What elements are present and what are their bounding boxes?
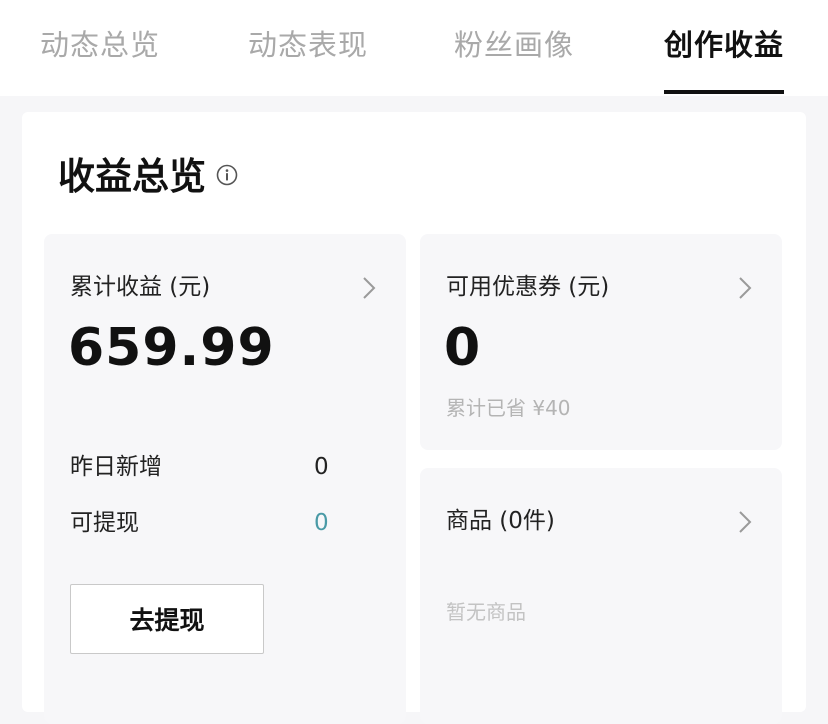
earnings-amount: 659.99 xyxy=(68,318,275,378)
tab-dynamic-overview[interactable]: 动态总览 xyxy=(40,22,160,68)
top-tab-bar: 动态总览 动态表现 粉丝画像 创作收益 xyxy=(0,0,828,96)
tab-fan-profile[interactable]: 粉丝画像 xyxy=(454,22,574,68)
chevron-right-icon[interactable] xyxy=(362,276,376,300)
goods-label: 商品 (0件) xyxy=(446,508,555,534)
yesterday-new-value: 0 xyxy=(314,454,329,480)
coupon-label: 可用优惠券 (元) xyxy=(446,274,610,300)
info-icon[interactable] xyxy=(216,164,238,186)
earnings-label: 累计收益 (元) xyxy=(70,274,211,300)
withdrawable-value: 0 xyxy=(314,510,329,536)
coupon-amount: 0 xyxy=(444,318,482,378)
chevron-right-icon[interactable] xyxy=(738,276,752,300)
coupon-saved-text: 累计已省 ¥40 xyxy=(446,396,571,420)
active-tab-indicator xyxy=(664,90,784,94)
coupon-card: 可用优惠券 (元) 0 累计已省 ¥40 xyxy=(420,234,782,450)
withdraw-button[interactable]: 去提现 xyxy=(70,584,264,654)
tab-dynamic-performance[interactable]: 动态表现 xyxy=(248,22,368,68)
yesterday-new-label: 昨日新增 xyxy=(70,454,162,480)
page-title: 收益总览 xyxy=(58,155,206,198)
goods-card: 商品 (0件) 暂无商品 xyxy=(420,468,782,724)
withdrawable-label: 可提现 xyxy=(70,510,139,536)
tab-creator-earnings[interactable]: 创作收益 xyxy=(664,22,784,68)
goods-empty-text: 暂无商品 xyxy=(446,600,526,624)
chevron-right-icon[interactable] xyxy=(738,510,752,534)
earnings-overview-panel: 收益总览 累计收益 (元) 659.99 昨日新增 0 可提现 0 去提现 可用… xyxy=(22,112,806,724)
earnings-card: 累计收益 (元) 659.99 昨日新增 0 可提现 0 去提现 xyxy=(44,234,406,724)
